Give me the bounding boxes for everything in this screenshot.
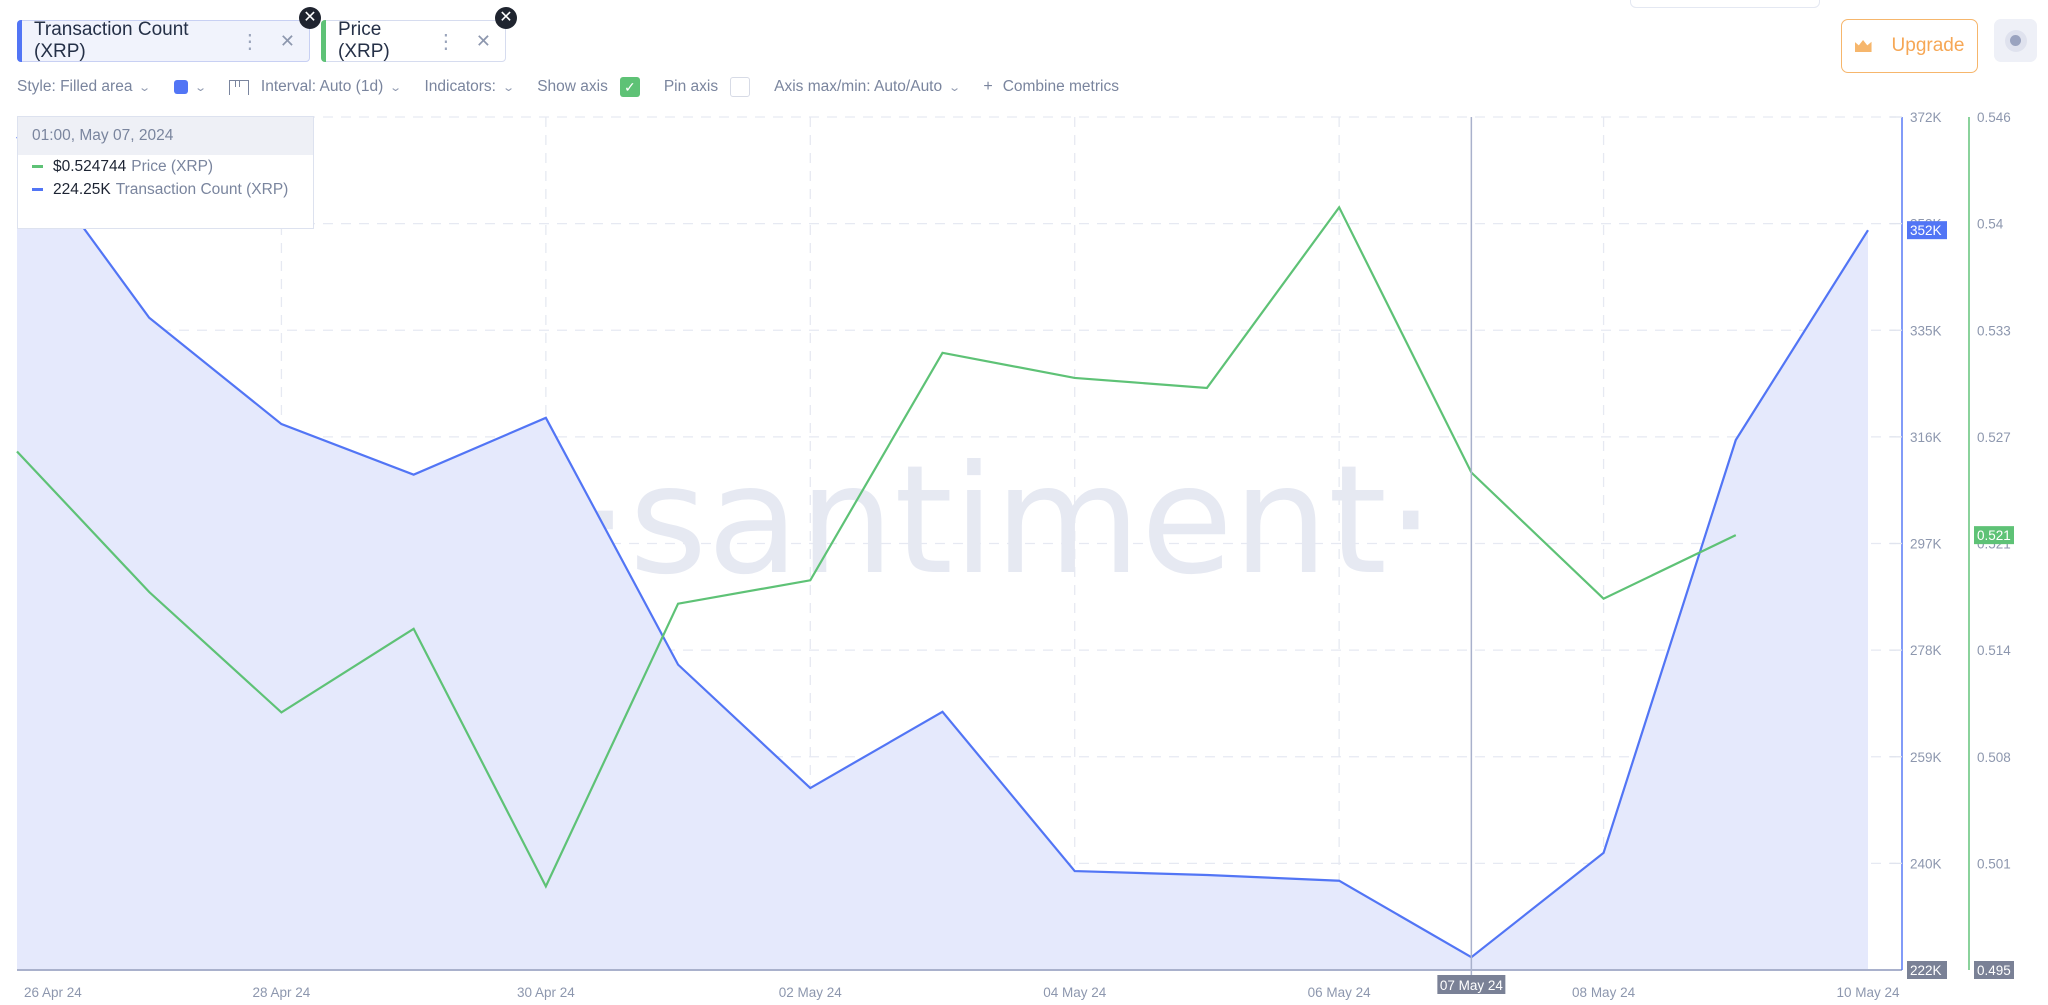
left-y-tick-label: 335K [1910,323,1942,338]
x-tick-label: 10 May 24 [1836,985,1900,1000]
tooltip-value: $0.524744 [53,157,127,175]
tooltip-row-transaction-count: 224.25K Transaction Count (XRP) [18,178,313,201]
left-y-tick-label: 240K [1910,856,1942,871]
transaction-count-legend-dash [32,188,43,191]
badge-text: 0.521 [1977,528,2011,543]
crosshair-x-label: 07 May 24 [1437,975,1506,994]
right-y-tick-label: 0.546 [1977,110,2011,125]
tooltip-title: 01:00, May 07, 2024 [18,117,313,155]
min-label-text: 222K [1910,963,1942,978]
tooltip-row-price: $0.524744 Price (XRP) [18,155,313,178]
right-y-tick-label: 0.508 [1977,750,2011,765]
x-tick-label: 26 Apr 24 [24,985,82,1000]
tooltip-metric-name: Price (XRP) [131,157,214,175]
x-tick-label: 06 May 24 [1308,985,1372,1000]
tooltip-metric-name: Transaction Count (XRP) [115,180,289,198]
tooltip-value: 224.25K [53,180,111,198]
right-y-tick-label: 0.514 [1977,643,2011,658]
right-y-tick-label: 0.54 [1977,217,2004,232]
badge-text: 352K [1910,223,1942,238]
watermark: ·santiment· [581,434,1434,608]
left-y-tick-label: 316K [1910,430,1942,445]
left-y-tick-label: 278K [1910,643,1942,658]
right-y-min-label: 0.495 [1974,961,2014,979]
left-y-tick-label: 297K [1910,537,1942,552]
left-y-tick-label: 372K [1910,110,1942,125]
price-legend-dash [32,165,43,168]
left-y-min-label: 222K [1907,961,1947,979]
chart-tooltip: 01:00, May 07, 2024 $0.524744 Price (XRP… [17,116,314,229]
price-last-value-badge: 0.521 [1974,526,2014,545]
transaction-count-last-value-badge: 352K [1907,221,1947,240]
x-tick-label: 30 Apr 24 [517,985,575,1000]
left-y-tick-label: 259K [1910,750,1942,765]
x-tick-label: 08 May 24 [1572,985,1636,1000]
min-label-text: 0.495 [1977,963,2011,978]
right-y-tick-label: 0.527 [1977,430,2011,445]
x-tick-label: 28 Apr 24 [253,985,311,1000]
x-tick-label: 02 May 24 [779,985,843,1000]
right-y-tick-label: 0.501 [1977,856,2011,871]
right-y-tick-label: 0.533 [1977,323,2011,338]
crosshair-x-label-text: 07 May 24 [1440,978,1504,993]
x-tick-label: 04 May 24 [1043,985,1107,1000]
